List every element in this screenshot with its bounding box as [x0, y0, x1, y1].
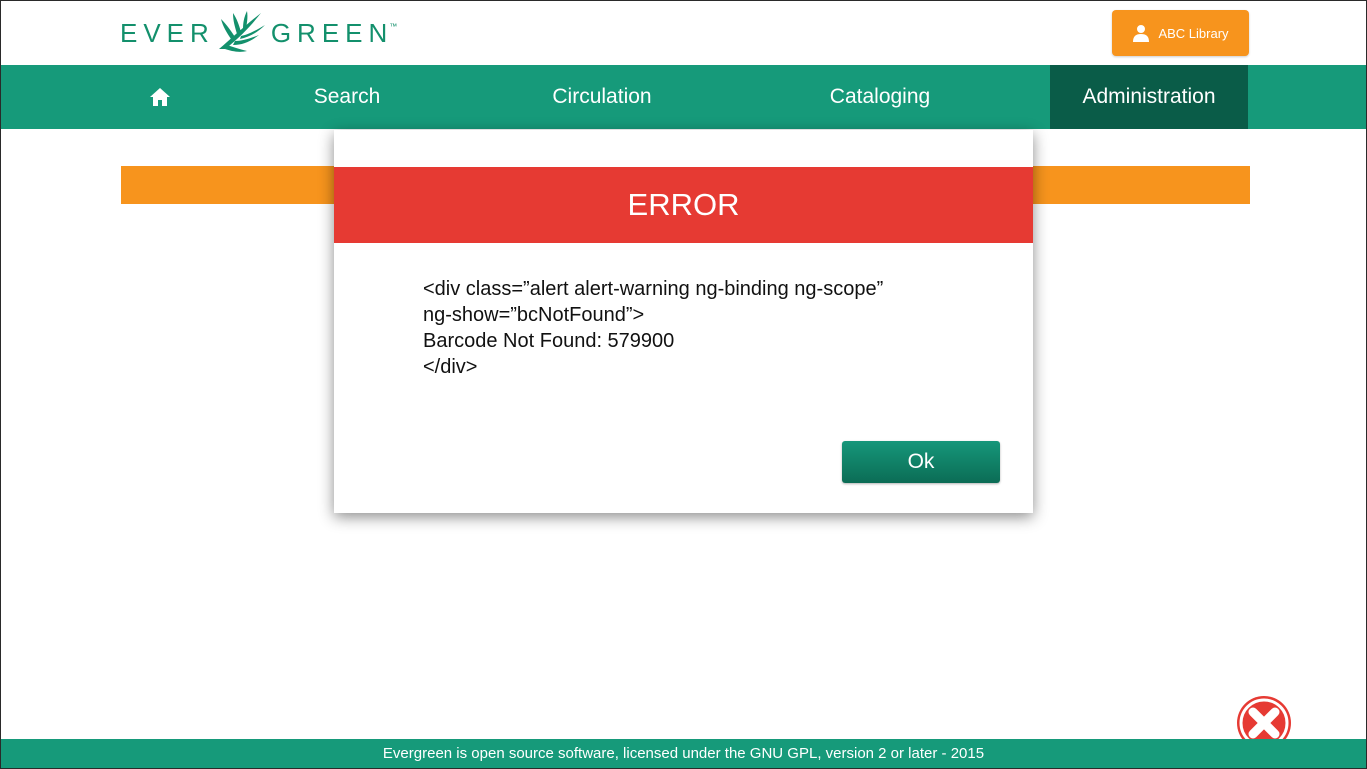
nav-cataloging-label: Cataloging	[829, 85, 931, 108]
nav-administration[interactable]: Administration	[1050, 65, 1248, 129]
user-icon	[1133, 25, 1150, 42]
error-dialog-message: <div class=”alert alert-warning ng-bindi…	[423, 276, 983, 380]
nav-search[interactable]: Search	[247, 65, 447, 129]
nav-circulation[interactable]: Circulation	[501, 65, 703, 129]
trademark-symbol: ™	[389, 22, 398, 31]
main-nav: Search Circulation Cataloging Administra…	[1, 65, 1366, 129]
ok-button-label: Ok	[907, 450, 935, 473]
error-dialog-title: ERROR	[627, 187, 740, 222]
ok-button[interactable]: Ok	[842, 441, 1000, 483]
user-button-label: ABC Library	[1158, 25, 1229, 41]
logo-text-ever: EVER	[120, 17, 215, 48]
nav-cataloging[interactable]: Cataloging	[779, 65, 981, 129]
error-message-line: <div class=”alert alert-warning ng-bindi…	[423, 278, 884, 300]
nav-administration-label: Administration	[1082, 85, 1216, 108]
library-user-button[interactable]: ABC Library	[1112, 10, 1249, 56]
error-dialog-header: ERROR	[334, 167, 1033, 243]
home-icon	[150, 88, 170, 106]
error-message-line: </div>	[423, 356, 478, 378]
error-dialog: ERROR <div class=”alert alert-warning ng…	[334, 130, 1033, 513]
leaf-icon	[218, 11, 265, 52]
footer-text: Evergreen is open source software, licen…	[382, 745, 985, 762]
nav-search-label: Search	[313, 85, 381, 108]
evergreen-logo[interactable]: EVER GREEN ™	[120, 8, 397, 58]
error-message-line: ng-show=”bcNotFound”>	[423, 304, 645, 326]
footer: Evergreen is open source software, licen…	[1, 739, 1366, 768]
logo-text-green: GREEN	[270, 17, 394, 48]
error-message-line: Barcode Not Found: 579900	[423, 330, 675, 352]
nav-circulation-label: Circulation	[552, 85, 652, 108]
nav-home[interactable]	[120, 65, 200, 129]
